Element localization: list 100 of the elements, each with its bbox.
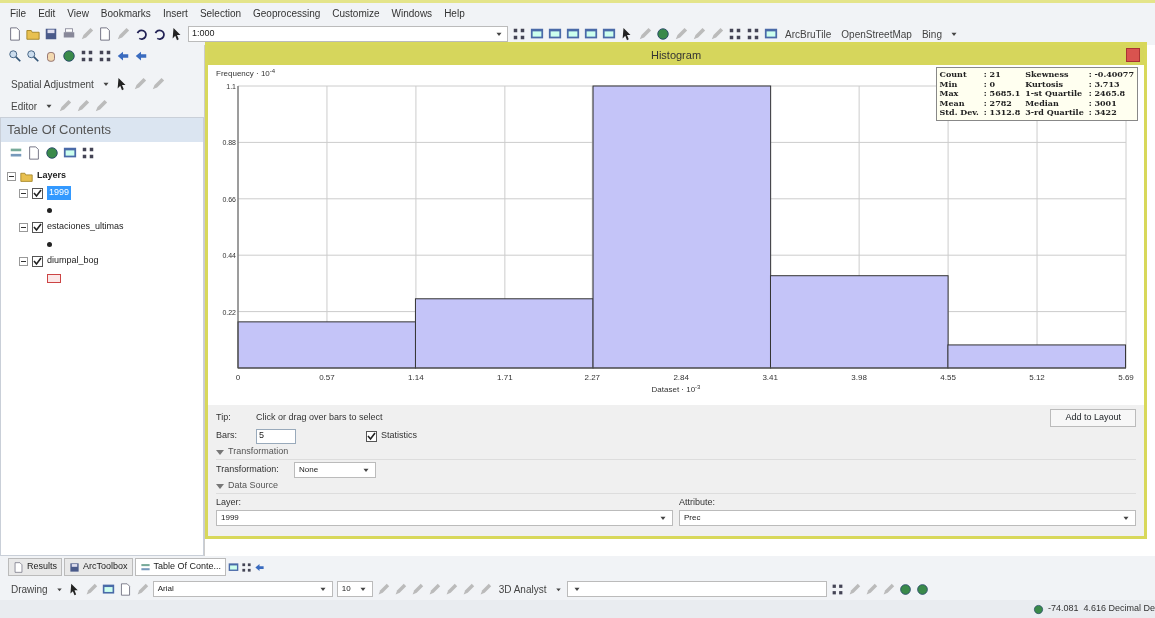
menu-item[interactable]: Windows	[391, 5, 433, 21]
collapse-icon[interactable]	[19, 256, 28, 266]
zoom-icon[interactable]	[26, 49, 40, 63]
zoom-icon[interactable]	[8, 49, 22, 63]
page-icon[interactable]	[118, 582, 132, 596]
tick-label: 4.55	[940, 373, 956, 382]
menu-item[interactable]: Geoprocessing	[253, 5, 321, 21]
font-size-dropdown[interactable]: 10	[336, 581, 373, 597]
dock-tab[interactable]: Results	[8, 558, 62, 576]
undo-icon[interactable]	[134, 27, 148, 41]
grid-icon[interactable]	[830, 582, 844, 596]
printer-icon[interactable]	[62, 27, 76, 41]
histogram-bar[interactable]	[237, 321, 417, 369]
bars-label: Bars:	[216, 429, 238, 443]
folder-icon[interactable]	[26, 27, 40, 41]
window-icon[interactable]	[566, 27, 580, 41]
undo-icon[interactable]	[152, 27, 166, 41]
layer-name[interactable]: diumpal_bog	[47, 254, 99, 268]
tick-label: 5.69	[1118, 373, 1134, 382]
window-icon[interactable]	[602, 27, 616, 41]
tick-label: 5.12	[1029, 373, 1045, 382]
menu-item[interactable]: Selection	[199, 5, 242, 21]
layer-field[interactable]	[566, 581, 827, 597]
expanded-chevron-icon[interactable]	[216, 482, 224, 490]
toolbar-dropdown[interactable]: OpenStreetMap	[838, 26, 915, 42]
window-icon[interactable]	[548, 27, 562, 41]
dock-tab[interactable]: Table Of Conte...	[134, 558, 227, 576]
scale-field[interactable]: 1:000	[188, 26, 508, 42]
dock-tab[interactable]: ArcToolbox	[64, 558, 133, 576]
window-icon[interactable]	[101, 582, 115, 596]
tick-label: 2.27	[584, 373, 601, 382]
window-icon[interactable]	[228, 561, 240, 573]
menu-item[interactable]: Bookmarks	[100, 5, 151, 21]
toolbar-dropdown[interactable]: 3D Analyst	[495, 581, 550, 597]
tick-label: 2.84	[673, 373, 689, 382]
tip-label: Tip:	[216, 411, 232, 424]
page-icon[interactable]	[13, 561, 24, 573]
coordinates-text: -74.081 4.616 Decimal De	[1047, 602, 1155, 616]
layer-list-icon[interactable]	[139, 561, 151, 573]
layer-dropdown[interactable]: 1999	[216, 510, 673, 526]
back-arrow-icon[interactable]	[254, 561, 266, 573]
tree-item[interactable]: Layers	[37, 169, 67, 183]
back-arrow-icon[interactable]	[116, 49, 130, 63]
page-icon[interactable]	[98, 27, 112, 41]
grid-icon[interactable]	[241, 561, 253, 573]
window-icon[interactable]	[584, 27, 598, 41]
page-icon[interactable]	[27, 145, 41, 160]
histogram-bar[interactable]	[592, 85, 772, 369]
add-to-layout-button[interactable]: Add to Layout	[1050, 409, 1136, 427]
attribute-dropdown[interactable]: Prec	[679, 510, 1136, 526]
menu-item[interactable]: Customize	[332, 5, 380, 21]
tick-label: 3.41	[762, 373, 778, 382]
scale-value: 1:000	[192, 27, 215, 41]
checkbox[interactable]	[32, 221, 43, 233]
section-title: Transformation	[228, 445, 289, 459]
tick-label: 0.57	[319, 373, 335, 382]
histogram-bar[interactable]	[414, 298, 594, 369]
tick-label: 1.14	[408, 373, 424, 382]
histogram-bar[interactable]	[770, 275, 949, 369]
expanded-chevron-icon[interactable]	[216, 448, 224, 456]
field-label: Layer:	[216, 495, 242, 509]
window-icon[interactable]	[764, 27, 778, 41]
collapse-icon[interactable]	[19, 188, 28, 198]
field-label: Transformation:	[216, 462, 280, 476]
checkbox-label: Statistics	[381, 429, 417, 443]
statistics-table: Count : 21 Skewness : -0.40077 Min : 0 Kurtosis : 3.713 Max : 5685.1 1-st Quartile : 2465.8 Mean : 2782 Median : 3001 Std. Dev. : 1312.8 3-rd Quartile : 3422	[935, 67, 1138, 121]
grid-icon[interactable]	[746, 27, 760, 41]
toolbar-dropdown[interactable]: Bing	[918, 26, 945, 42]
menu-item[interactable]: Help	[444, 5, 465, 21]
layer-name[interactable]: estaciones_ultimas	[47, 220, 124, 234]
font-dropdown[interactable]: Arial	[152, 581, 333, 597]
grid-icon[interactable]	[98, 49, 112, 63]
toolbar-dropdown[interactable]: Editor	[8, 98, 41, 114]
grid-icon[interactable]	[512, 27, 526, 41]
grid-icon[interactable]	[728, 27, 742, 41]
bars-spinner[interactable]: 5	[256, 428, 296, 444]
window-icon[interactable]	[63, 145, 77, 160]
point-symbol-icon	[47, 207, 52, 213]
menu-item[interactable]: File	[10, 5, 27, 21]
collapse-icon[interactable]	[19, 222, 28, 232]
back-arrow-icon[interactable]	[134, 49, 148, 63]
menu-item[interactable]: View	[67, 5, 89, 21]
menu-item[interactable]: Insert	[162, 5, 188, 21]
histogram-bar[interactable]	[947, 344, 1127, 369]
collapse-icon[interactable]	[7, 171, 16, 181]
page-icon[interactable]	[8, 27, 22, 41]
axis-title: Dataset · 10$^{-3}$	[651, 385, 701, 394]
checkbox[interactable]	[366, 430, 377, 442]
window-icon[interactable]	[530, 27, 544, 41]
toolbar-dropdown[interactable]: ArcBruTile	[782, 26, 835, 42]
section-title: Data Source	[228, 479, 279, 493]
transformation-dropdown[interactable]: None	[294, 461, 376, 478]
grid-icon[interactable]	[81, 145, 95, 160]
axis-title: Frequency · 10$^{-4}$	[216, 68, 276, 80]
checkbox[interactable]	[32, 255, 43, 267]
menu-item[interactable]: Edit	[38, 5, 56, 21]
toolbar-dropdown[interactable]: Drawing	[8, 581, 51, 597]
grid-icon[interactable]	[80, 49, 94, 63]
checkbox[interactable]	[32, 187, 43, 199]
toolbar-dropdown[interactable]: Spatial Adjustment	[8, 76, 97, 92]
